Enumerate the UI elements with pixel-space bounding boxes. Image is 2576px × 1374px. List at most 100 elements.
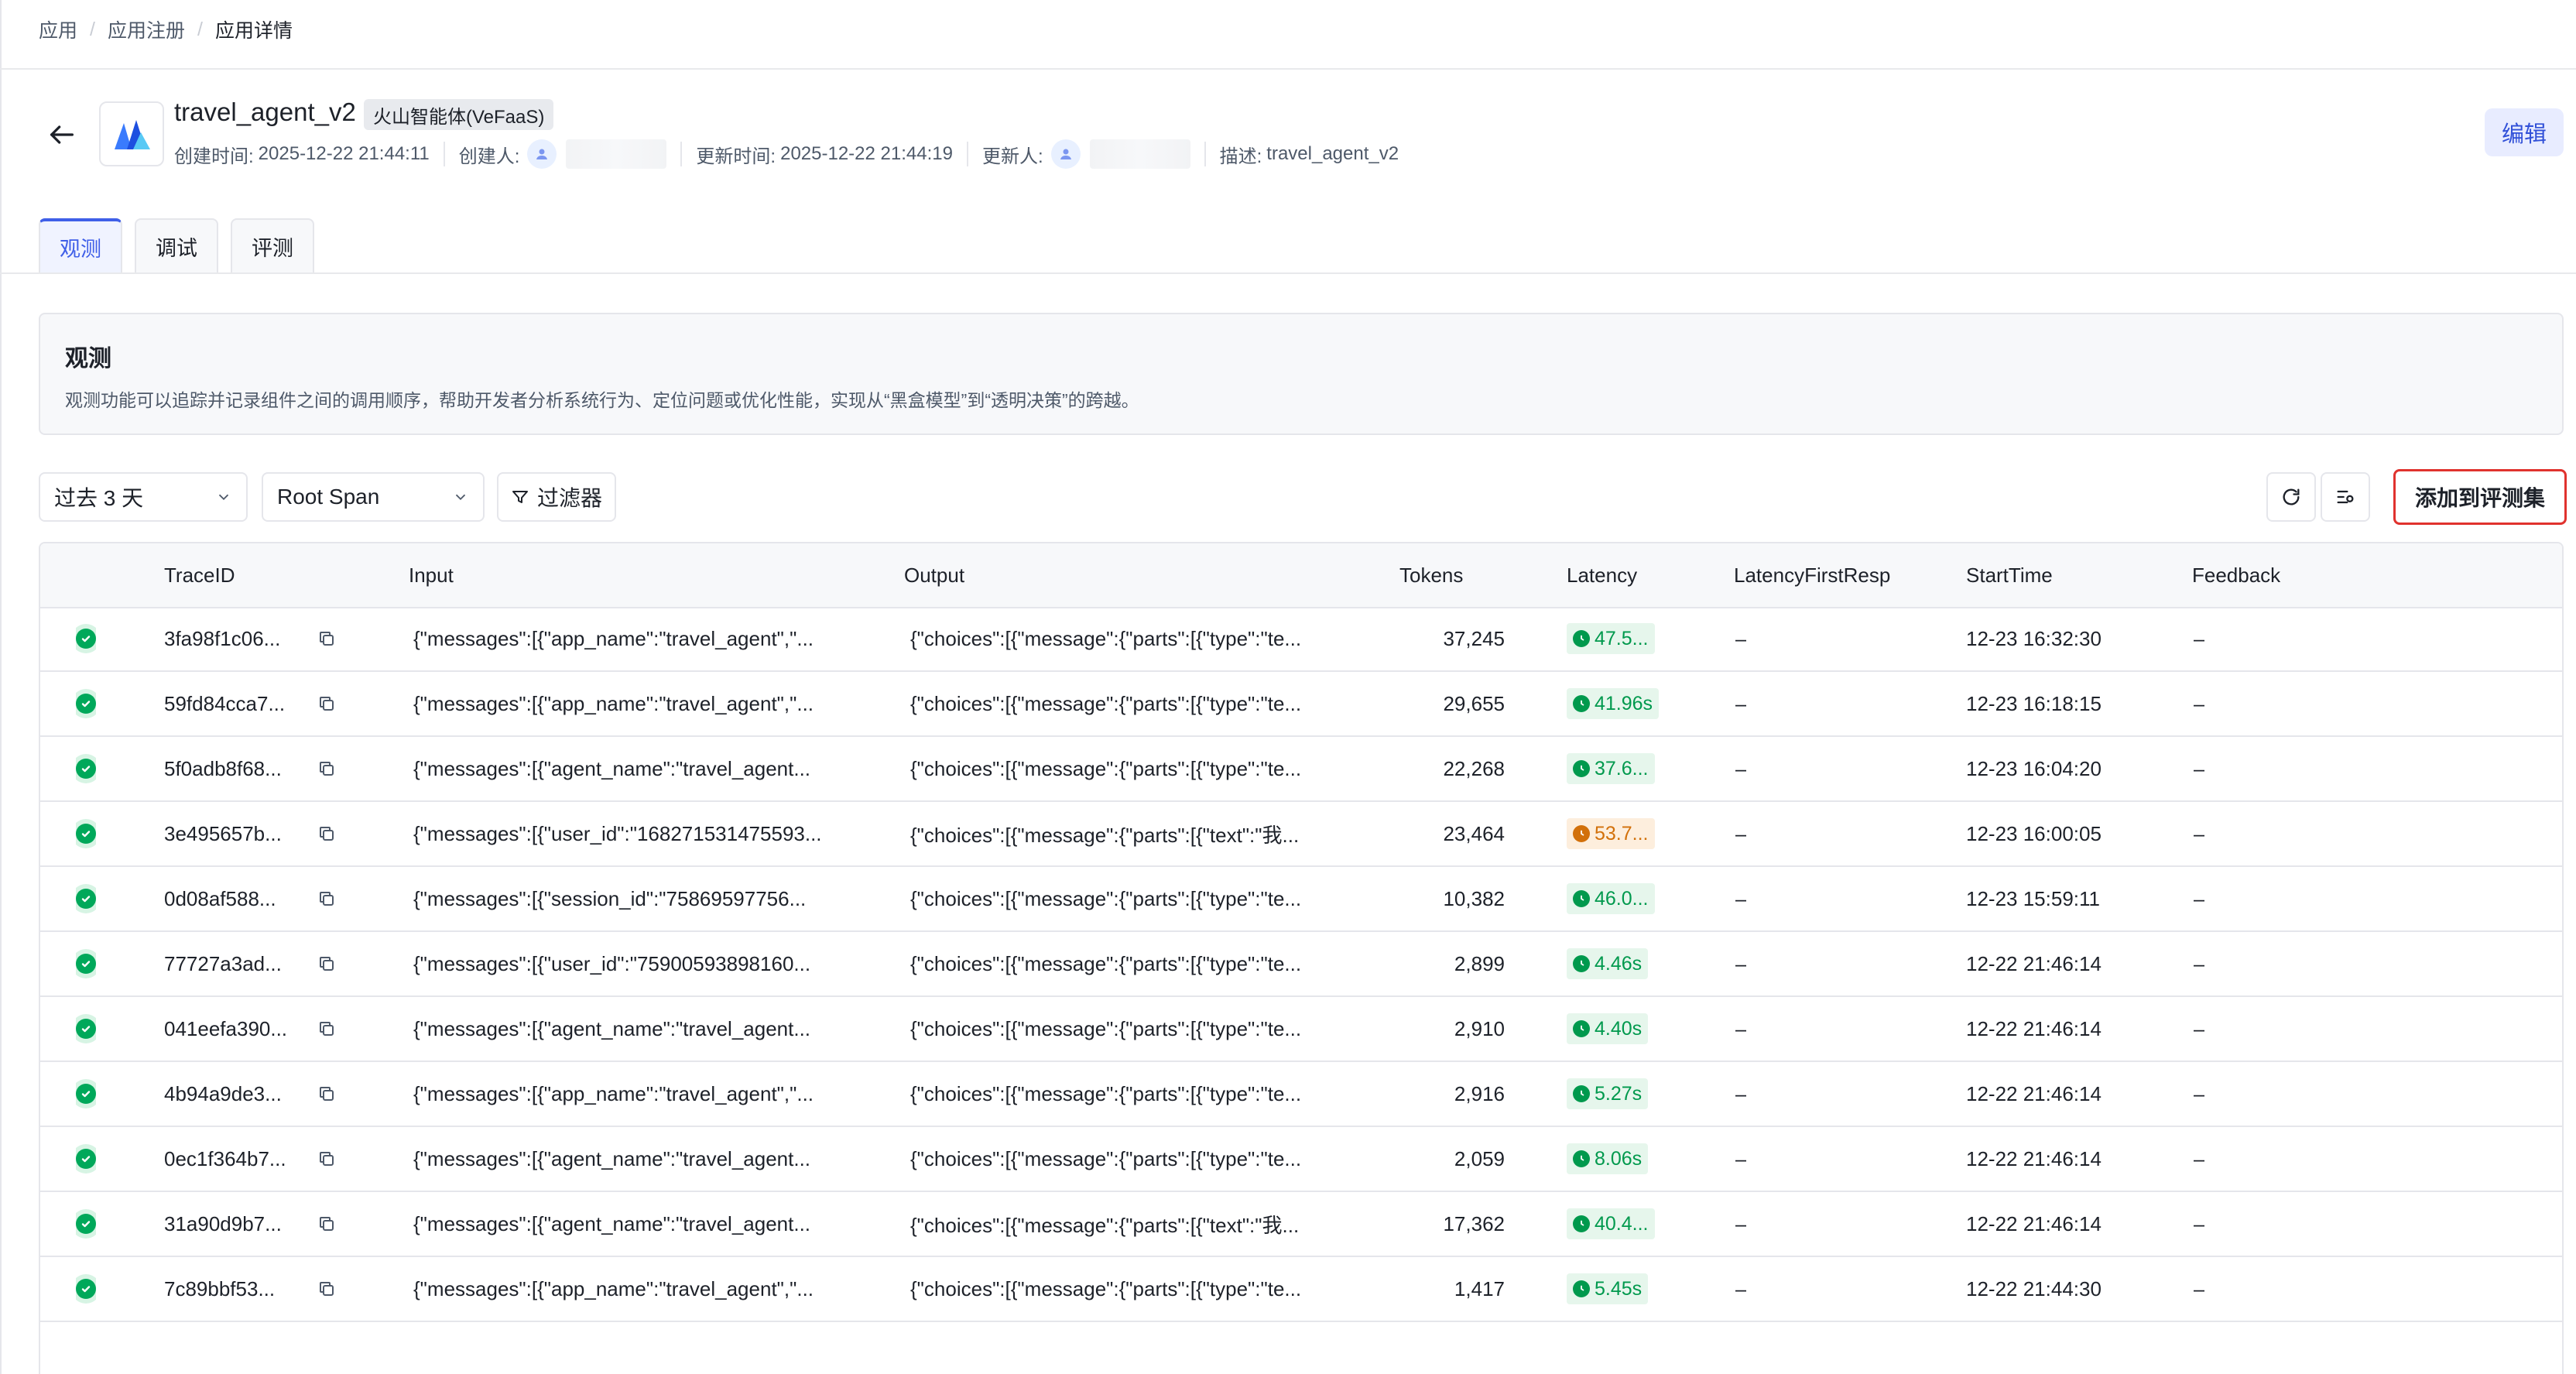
copy-trace-id-button[interactable] bbox=[317, 1062, 336, 1126]
copy-trace-id-button[interactable] bbox=[317, 1192, 336, 1256]
trace-table: TraceID Input Output Tokens Latency Late… bbox=[39, 542, 2564, 1374]
span-type-select[interactable]: Root Span bbox=[262, 472, 485, 522]
table-row[interactable]: 5f0adb8f68... {"messages":[{"agent_name":… bbox=[40, 737, 2562, 802]
breadcrumb-item-registry[interactable]: 应用注册 bbox=[108, 15, 185, 43]
tab-evaluate[interactable]: 评测 bbox=[231, 218, 314, 272]
output-cell[interactable]: {"choices":[{"message":{"parts":[{"text"… bbox=[910, 802, 1375, 865]
output-cell[interactable]: {"choices":[{"message":{"parts":[{"type"… bbox=[910, 997, 1375, 1060]
copy-trace-id-button[interactable] bbox=[317, 1257, 336, 1321]
time-range-select[interactable]: 过去 3 天 bbox=[39, 472, 248, 522]
col-input[interactable]: Input bbox=[409, 543, 454, 607]
copy-trace-id-button[interactable] bbox=[317, 737, 336, 800]
trace-id-cell[interactable]: 31a90d9b7... bbox=[164, 1192, 296, 1256]
column-settings-icon bbox=[2337, 490, 2354, 504]
refresh-button[interactable] bbox=[2266, 472, 2316, 522]
output-cell[interactable]: {"choices":[{"message":{"parts":[{"type"… bbox=[910, 1127, 1375, 1191]
copy-trace-id-button[interactable] bbox=[317, 1127, 336, 1191]
copy-trace-id-button[interactable] bbox=[317, 997, 336, 1060]
copy-trace-id-button[interactable] bbox=[317, 802, 336, 865]
trace-id-cell[interactable]: 041eefa390... bbox=[164, 997, 296, 1060]
output-cell[interactable]: {"choices":[{"message":{"parts":[{"type"… bbox=[910, 1062, 1375, 1126]
app-meta: 创建时间: 2025-12-22 21:44:11 创建人: 更新时间: 202… bbox=[174, 138, 1399, 170]
breadcrumb-item-apps[interactable]: 应用 bbox=[39, 15, 77, 43]
table-row[interactable]: 0d08af588... {"messages":[{"session_id":"… bbox=[40, 867, 2562, 932]
col-start-time[interactable]: StartTime bbox=[1966, 543, 2053, 607]
col-output[interactable]: Output bbox=[904, 543, 964, 607]
copy-trace-id-button[interactable] bbox=[317, 867, 336, 930]
filter-button[interactable]: 过滤器 bbox=[497, 472, 616, 522]
output-cell[interactable]: {"choices":[{"message":{"parts":[{"type"… bbox=[910, 932, 1375, 995]
filter-icon bbox=[512, 491, 528, 503]
copy-trace-id-button[interactable] bbox=[317, 607, 336, 670]
trace-id-cell[interactable]: 7c89bbf53... bbox=[164, 1257, 296, 1321]
clock-icon bbox=[1573, 890, 1590, 907]
table-row[interactable]: 59fd84cca7... {"messages":[{"app_name":"t… bbox=[40, 672, 2562, 737]
volcano-logo-icon bbox=[115, 120, 150, 149]
table-row[interactable]: 31a90d9b7... {"messages":[{"agent_name":"… bbox=[40, 1192, 2562, 1257]
success-status-icon bbox=[76, 954, 96, 974]
column-settings-button[interactable] bbox=[2321, 472, 2370, 522]
add-to-eval-set-button[interactable]: 添加到评测集 bbox=[2393, 469, 2567, 525]
trace-id-cell[interactable]: 59fd84cca7... bbox=[164, 672, 296, 735]
col-latency-first-resp[interactable]: LatencyFirstResp bbox=[1734, 543, 1890, 607]
trace-id-cell[interactable]: 0d08af588... bbox=[164, 867, 296, 930]
clock-icon bbox=[1573, 760, 1590, 777]
table-row[interactable]: 7c89bbf53... {"messages":[{"app_name":"tr… bbox=[40, 1257, 2562, 1322]
input-cell[interactable]: {"messages":[{"app_name":"travel_agent",… bbox=[413, 672, 870, 735]
input-cell[interactable]: {"messages":[{"app_name":"travel_agent",… bbox=[413, 1257, 870, 1321]
latency-value: 37.6... bbox=[1595, 757, 1649, 780]
latency-value: 47.5... bbox=[1595, 627, 1649, 649]
input-cell[interactable]: {"messages":[{"agent_name":"travel_agent… bbox=[413, 1192, 870, 1256]
table-row[interactable]: 041eefa390... {"messages":[{"agent_name":… bbox=[40, 997, 2562, 1062]
trace-id-cell[interactable]: 0ec1f364b7... bbox=[164, 1127, 296, 1191]
table-row[interactable]: 3e495657b... {"messages":[{"user_id":"168… bbox=[40, 802, 2562, 867]
input-cell[interactable]: {"messages":[{"agent_name":"travel_agent… bbox=[413, 1127, 870, 1191]
col-feedback[interactable]: Feedback bbox=[2192, 543, 2280, 607]
tokens-cell: 17,362 bbox=[1443, 1211, 1505, 1235]
latency-badge: 5.45s bbox=[1567, 1273, 1649, 1304]
copy-trace-id-button[interactable] bbox=[317, 932, 336, 995]
trace-id-cell[interactable]: 5f0adb8f68... bbox=[164, 737, 296, 800]
output-cell[interactable]: {"choices":[{"message":{"parts":[{"type"… bbox=[910, 1257, 1375, 1321]
latency-first-resp-cell: – bbox=[1735, 1211, 1747, 1235]
success-status-icon bbox=[76, 889, 96, 909]
input-cell[interactable]: {"messages":[{"agent_name":"travel_agent… bbox=[413, 737, 870, 800]
col-latency[interactable]: Latency bbox=[1567, 543, 1637, 607]
output-cell[interactable]: {"choices":[{"message":{"parts":[{"type"… bbox=[910, 672, 1375, 735]
tab-debug[interactable]: 调试 bbox=[135, 218, 218, 272]
feedback-cell: – bbox=[2194, 1276, 2205, 1300]
table-row[interactable]: 3fa98f1c06... {"messages":[{"app_name":"t… bbox=[40, 607, 2562, 672]
output-cell[interactable]: {"choices":[{"message":{"parts":[{"type"… bbox=[910, 607, 1375, 670]
input-cell[interactable]: {"messages":[{"session_id":"75869597756.… bbox=[413, 867, 870, 930]
tab-observe[interactable]: 观测 bbox=[39, 218, 122, 272]
latency-cell: 4.46s bbox=[1567, 932, 1649, 995]
copy-trace-id-button[interactable] bbox=[317, 672, 336, 735]
col-trace-id[interactable]: TraceID bbox=[164, 543, 235, 607]
start-time-cell: 12-23 16:32:30 bbox=[1966, 626, 2102, 650]
table-row[interactable]: 4b94a9de3... {"messages":[{"app_name":"tr… bbox=[40, 1062, 2562, 1127]
table-row[interactable]: 77727a3ad... {"messages":[{"user_id":"759… bbox=[40, 932, 2562, 997]
back-button[interactable] bbox=[43, 116, 80, 153]
latency-first-resp-cell: – bbox=[1735, 756, 1747, 780]
copy-icon bbox=[320, 1087, 334, 1101]
input-cell[interactable]: {"messages":[{"app_name":"travel_agent",… bbox=[413, 607, 870, 670]
input-cell[interactable]: {"messages":[{"agent_name":"travel_agent… bbox=[413, 997, 870, 1060]
tokens-cell: 23,464 bbox=[1443, 821, 1505, 845]
start-time-cell: 12-22 21:46:14 bbox=[1966, 1211, 2102, 1235]
latency-first-resp-cell: – bbox=[1735, 626, 1747, 650]
table-row[interactable]: 0ec1f364b7... {"messages":[{"agent_name":… bbox=[40, 1127, 2562, 1192]
trace-id-cell[interactable]: 3fa98f1c06... bbox=[164, 607, 296, 670]
input-cell[interactable]: {"messages":[{"user_id":"75900593898160.… bbox=[413, 932, 870, 995]
edit-button[interactable]: 编辑 bbox=[2485, 108, 2564, 156]
output-cell[interactable]: {"choices":[{"message":{"parts":[{"type"… bbox=[910, 737, 1375, 800]
status-cell bbox=[76, 672, 96, 735]
desc-value: travel_agent_v2 bbox=[1266, 143, 1399, 164]
trace-id-cell[interactable]: 3e495657b... bbox=[164, 802, 296, 865]
trace-id-cell[interactable]: 77727a3ad... bbox=[164, 932, 296, 995]
col-tokens[interactable]: Tokens bbox=[1399, 543, 1463, 607]
input-cell[interactable]: {"messages":[{"user_id":"168271531475593… bbox=[413, 802, 870, 865]
input-cell[interactable]: {"messages":[{"app_name":"travel_agent",… bbox=[413, 1062, 870, 1126]
trace-id-cell[interactable]: 4b94a9de3... bbox=[164, 1062, 296, 1126]
output-cell[interactable]: {"choices":[{"message":{"parts":[{"text"… bbox=[910, 1192, 1375, 1256]
output-cell[interactable]: {"choices":[{"message":{"parts":[{"type"… bbox=[910, 867, 1375, 930]
